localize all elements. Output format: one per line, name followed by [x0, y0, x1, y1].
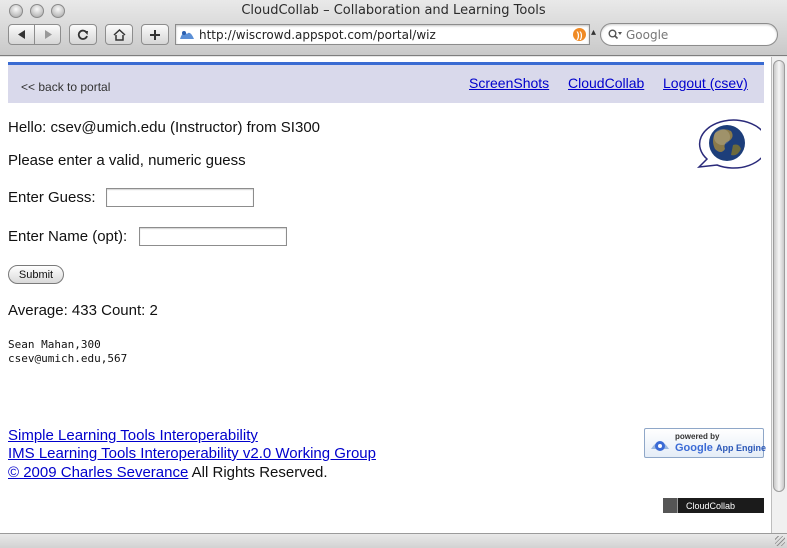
search-field[interactable]: Google — [600, 23, 778, 46]
forward-button[interactable] — [35, 25, 60, 44]
window-title: CloudCollab – Collaboration and Learning… — [241, 3, 546, 18]
home-button[interactable] — [105, 24, 133, 45]
footer-link-slti[interactable]: Simple Learning Tools Interoperability — [8, 427, 258, 444]
back-button[interactable] — [9, 25, 35, 44]
page-viewport: << back to portal ScreenShots CloudColla… — [0, 57, 771, 533]
name-label: Enter Name (opt): — [8, 228, 128, 245]
nav-link-cloudcollab[interactable]: CloudCollab — [568, 75, 644, 91]
footer-link-ims-lti[interactable]: IMS Learning Tools Interoperability v2.0… — [8, 445, 376, 462]
browser-toolbar: CloudCollab – Collaboration and Learning… — [0, 0, 787, 56]
gae-powered-by: powered by — [675, 432, 720, 441]
copyright-line: © 2009 Charles Severance All Rights Rese… — [8, 464, 328, 481]
back-forward-group — [8, 24, 61, 45]
add-bookmark-icon — [150, 29, 160, 40]
cloudcollab-badge-label: CloudCollab — [686, 500, 736, 511]
back-to-portal-link[interactable]: << back to portal — [21, 80, 110, 94]
portal-nav-bar: << back to portal ScreenShots CloudColla… — [8, 62, 764, 103]
nav-link-logout[interactable]: Logout (csev) — [663, 75, 748, 91]
nav-link-screenshots[interactable]: ScreenShots — [469, 75, 549, 91]
submit-button[interactable]: Submit — [8, 265, 64, 284]
address-bar[interactable]: http://wiscrowd.appspot.com/portal/wiz )… — [175, 24, 590, 45]
browser-window: CloudCollab – Collaboration and Learning… — [0, 0, 787, 548]
status-bar — [0, 533, 787, 548]
forward-arrow-icon — [44, 30, 52, 39]
gae-brand: Google App Engine — [675, 442, 766, 454]
back-arrow-icon — [17, 30, 25, 39]
url-history-chevron-icon[interactable]: ▴ — [591, 27, 596, 38]
guess-input[interactable] — [106, 188, 254, 207]
stats-text: Average: 433 Count: 2 — [8, 302, 158, 319]
app-engine-logo-icon — [651, 441, 669, 451]
hello-text: Hello: csev@umich.edu (Instructor) from … — [8, 119, 321, 136]
site-favicon-icon — [180, 30, 194, 39]
cloudcollab-logo-icon — [663, 498, 678, 513]
app-engine-badge[interactable]: powered by Google App Engine — [644, 428, 766, 458]
error-message: Please enter a valid, numeric guess — [8, 152, 246, 169]
scrollbar-thumb[interactable] — [773, 60, 785, 492]
result-row: csev@umich.edu,567 — [8, 352, 128, 365]
home-icon — [112, 28, 126, 41]
reload-button[interactable] — [69, 24, 97, 45]
copyright-link[interactable]: © 2009 Charles Severance — [8, 464, 188, 481]
gae-app-engine: App Engine — [715, 443, 766, 453]
name-input[interactable] — [139, 227, 287, 246]
rss-icon[interactable]: )) — [573, 28, 586, 41]
reload-icon — [77, 29, 88, 40]
cloudcollab-badge[interactable]: CloudCollab — [663, 498, 764, 513]
copyright-text: All Rights Reserved. — [188, 464, 328, 481]
globe-speech-bubble-icon — [696, 119, 761, 169]
result-row: Sean Mahan,300 — [8, 338, 101, 351]
add-bookmark-button[interactable] — [141, 24, 169, 45]
guess-label: Enter Guess: — [8, 189, 96, 206]
url-text[interactable]: http://wiscrowd.appspot.com/portal/wiz — [199, 28, 573, 42]
resize-grip-icon[interactable] — [775, 536, 785, 546]
gae-google: Google — [675, 442, 713, 454]
search-placeholder: Google — [626, 27, 669, 42]
results-list: Sean Mahan,300 csev@umich.edu,567 — [8, 338, 127, 366]
search-icon — [608, 29, 622, 40]
